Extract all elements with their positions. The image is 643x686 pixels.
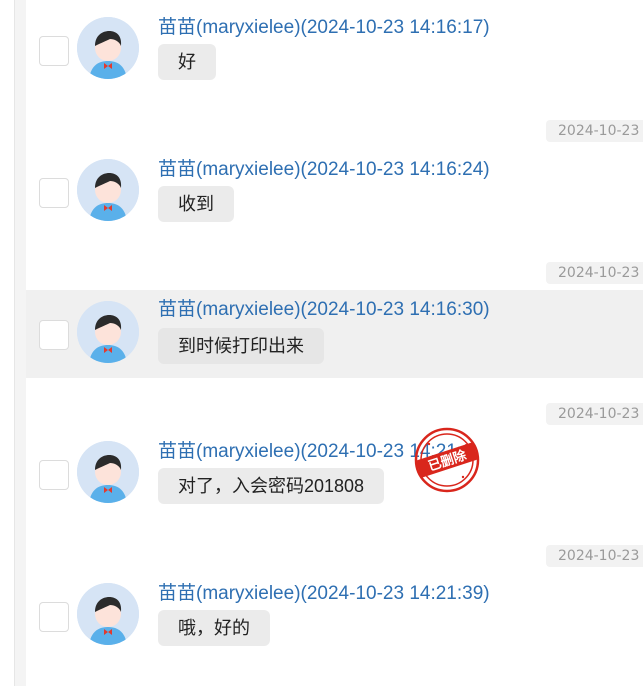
select-checkbox[interactable] <box>39 460 69 490</box>
avatar-icon[interactable] <box>77 159 139 221</box>
sender-name[interactable]: 苗苗(maryxielee)(2024-10-23 14:21:39) <box>158 582 490 606</box>
message-bubble[interactable]: 好 <box>158 44 216 80</box>
avatar-icon[interactable] <box>77 583 139 645</box>
sender-name[interactable]: 苗苗(maryxielee)(2024-10-23 14:16:30) <box>158 298 490 322</box>
select-checkbox[interactable] <box>39 320 69 350</box>
timestamp-divider: 2024-10-23 <box>546 262 643 284</box>
message-list[interactable]: 苗苗(maryxielee)(2024-10-23 14:16:17) 好 20… <box>26 0 643 686</box>
deleted-stamp-icon: 已删除 <box>414 427 480 493</box>
timestamp-divider: 2024-10-23 <box>546 120 643 142</box>
chat-history-window: 苗苗(maryxielee)(2024-10-23 14:16:17) 好 20… <box>0 0 643 686</box>
left-divider <box>14 0 26 686</box>
select-checkbox[interactable] <box>39 36 69 66</box>
message-row-deleted[interactable]: 苗苗(maryxielee)(2024-10-23 14:21: 对了，入会密码… <box>26 440 643 528</box>
left-rail <box>0 0 14 686</box>
timestamp-divider: 2024-10-23 <box>546 403 643 425</box>
message-bubble[interactable]: 对了，入会密码201808 <box>158 468 385 504</box>
avatar-icon[interactable] <box>77 441 139 503</box>
timestamp-divider: 2024-10-23 <box>546 545 643 567</box>
select-checkbox[interactable] <box>39 602 69 632</box>
message-row[interactable]: 苗苗(maryxielee)(2024-10-23 14:21:39) 哦，好的 <box>26 582 643 670</box>
sender-name[interactable]: 苗苗(maryxielee)(2024-10-23 14:16:17) <box>158 16 490 40</box>
avatar-icon[interactable] <box>77 301 139 363</box>
message-bubble[interactable]: 哦，好的 <box>158 610 270 646</box>
message-row[interactable]: 苗苗(maryxielee)(2024-10-23 14:16:24) 收到 <box>26 158 643 246</box>
message-bubble[interactable]: 到时候打印出来 <box>158 328 324 364</box>
message-bubble[interactable]: 收到 <box>158 186 234 222</box>
message-row[interactable]: 苗苗(maryxielee)(2024-10-23 14:16:17) 好 <box>26 16 643 104</box>
message-row-selected[interactable]: 苗苗(maryxielee)(2024-10-23 14:16:30) 到时候打… <box>26 290 643 378</box>
avatar-icon[interactable] <box>77 17 139 79</box>
sender-name[interactable]: 苗苗(maryxielee)(2024-10-23 14:16:24) <box>158 158 490 182</box>
select-checkbox[interactable] <box>39 178 69 208</box>
